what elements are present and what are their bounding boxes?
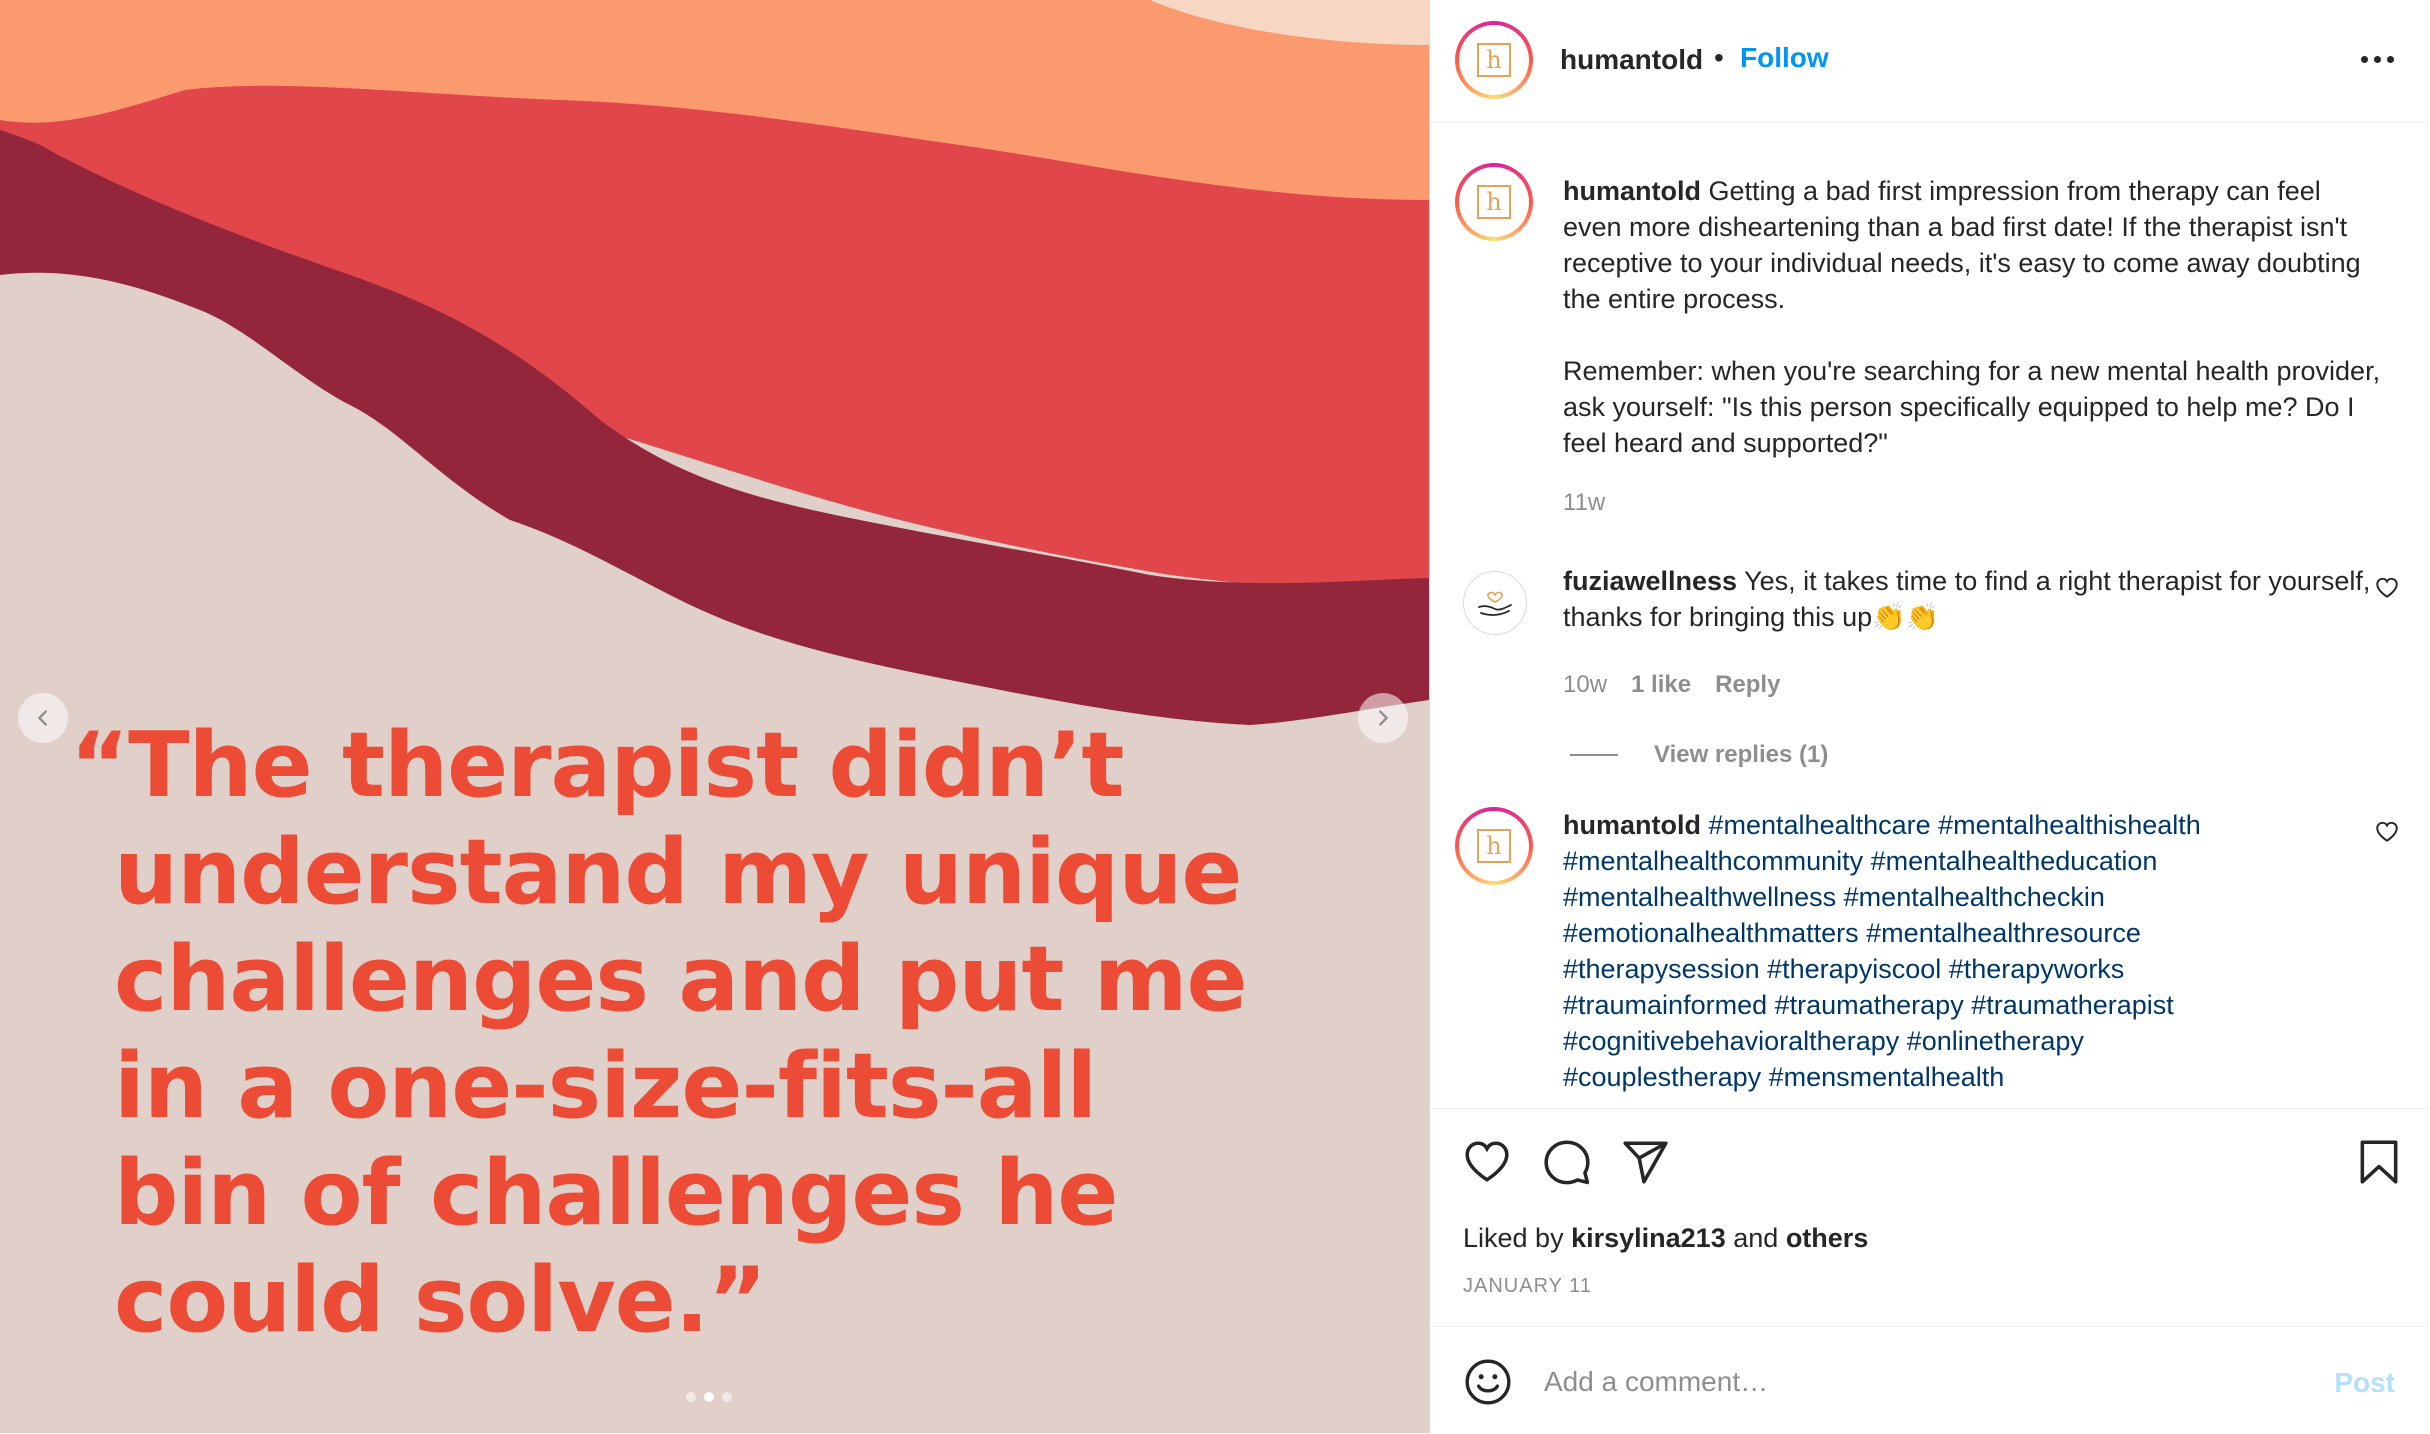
comment-username[interactable]: humantold xyxy=(1563,810,1701,840)
header-username[interactable]: humantold xyxy=(1560,44,1703,76)
add-comment-bar: Post xyxy=(1430,1326,2428,1434)
quote-line: in a one-size-fits-all xyxy=(114,1034,1097,1139)
liked-by-and: and xyxy=(1733,1223,1779,1253)
heart-icon[interactable] xyxy=(1462,1137,1512,1187)
slide-dot-active xyxy=(704,1392,714,1402)
caption-username[interactable]: humantold xyxy=(1563,176,1701,206)
quote-line: understand my unique xyxy=(114,820,1242,925)
next-slide-button[interactable] xyxy=(1358,693,1408,743)
slide-dot xyxy=(686,1392,696,1402)
avatar[interactable]: h xyxy=(1455,21,1533,99)
caption-text: humantold Getting a bad first impression… xyxy=(1563,173,2383,461)
clapping-hands-emoji: 👏👏 xyxy=(1872,602,1940,632)
comment-text: fuziawellness Yes, it takes time to find… xyxy=(1563,563,2383,635)
header-separator: • xyxy=(1714,42,1724,73)
chevron-left-icon xyxy=(38,710,47,726)
caption-paragraph: Remember: when you're searching for a ne… xyxy=(1563,356,2381,458)
quote-text: “The therapist didn’t understand my uniq… xyxy=(70,712,1390,1354)
liked-by-prefix: Liked by xyxy=(1463,1223,1564,1253)
follow-button[interactable]: Follow xyxy=(1740,42,1829,74)
more-horizontal-icon xyxy=(2361,56,2368,63)
reply-button[interactable]: Reply xyxy=(1715,671,1780,699)
caption-meta: 11w xyxy=(1563,489,1605,517)
abstract-wave-background xyxy=(0,0,1429,725)
slide-indicator xyxy=(686,1392,732,1402)
post-actions: Liked by kirsylina213 and others JANUARY… xyxy=(1430,1108,2428,1327)
quote-line: could solve.” xyxy=(114,1248,767,1353)
comments-scroll-area[interactable]: h humantold Getting a bad first impressi… xyxy=(1430,123,2428,1108)
liked-by-username[interactable]: kirsylina213 xyxy=(1571,1223,1726,1253)
post-comment-button[interactable]: Post xyxy=(2334,1367,2395,1399)
comment-likes[interactable]: 1 like xyxy=(1631,671,1691,699)
hashtag-list[interactable]: #mentalhealthcare #mentalhealthishealth … xyxy=(1563,810,2201,1092)
chevron-right-icon xyxy=(1379,710,1388,726)
avatar[interactable]: h xyxy=(1455,163,1533,241)
post-media[interactable]: “The therapist didn’t understand my uniq… xyxy=(0,0,1429,1433)
slide-dot xyxy=(722,1392,732,1402)
comment-meta: 10w 1 like Reply xyxy=(1563,671,1780,699)
comment-text: humantold #mentalhealthcare #mentalhealt… xyxy=(1563,807,2263,1095)
caption-timestamp[interactable]: 11w xyxy=(1563,489,1605,517)
quote-line: challenges and put me xyxy=(114,927,1248,1032)
hand-heart-logo-icon xyxy=(1478,591,1512,616)
post-details-panel: h humantold • Follow h humantold Getting… xyxy=(1429,0,2428,1433)
comment-username[interactable]: fuziawellness xyxy=(1563,566,1737,596)
previous-slide-button[interactable] xyxy=(18,693,68,743)
avatar[interactable] xyxy=(1463,571,1527,635)
humantold-logo-icon: h xyxy=(1477,185,1511,219)
liked-by-others-link[interactable]: others xyxy=(1786,1223,1869,1253)
comment-bubble-icon[interactable] xyxy=(1542,1137,1592,1187)
humantold-logo-icon: h xyxy=(1477,43,1511,77)
post-header: h humantold • Follow xyxy=(1430,0,2428,123)
liked-by-summary: Liked by kirsylina213 and others xyxy=(1463,1223,1868,1254)
heart-icon[interactable] xyxy=(2374,575,2400,601)
divider xyxy=(1570,754,1618,756)
humantold-logo-icon: h xyxy=(1477,829,1511,863)
post-date[interactable]: JANUARY 11 xyxy=(1463,1275,1592,1298)
quote-line: “The therapist didn’t xyxy=(70,713,1124,818)
avatar[interactable]: h xyxy=(1455,807,1533,885)
comment-input[interactable] xyxy=(1542,1355,2286,1409)
quote-line: bin of challenges he xyxy=(114,1141,1118,1246)
more-options-button[interactable] xyxy=(2361,56,2394,63)
view-replies-label: View replies (1) xyxy=(1654,741,1829,768)
bookmark-icon[interactable] xyxy=(2354,1137,2404,1187)
heart-icon[interactable] xyxy=(2374,819,2400,845)
comment-timestamp[interactable]: 10w xyxy=(1563,671,1607,699)
view-replies-button[interactable]: View replies (1) xyxy=(1570,741,1828,769)
smiley-icon[interactable] xyxy=(1463,1357,1513,1407)
paper-plane-icon[interactable] xyxy=(1620,1137,1670,1187)
